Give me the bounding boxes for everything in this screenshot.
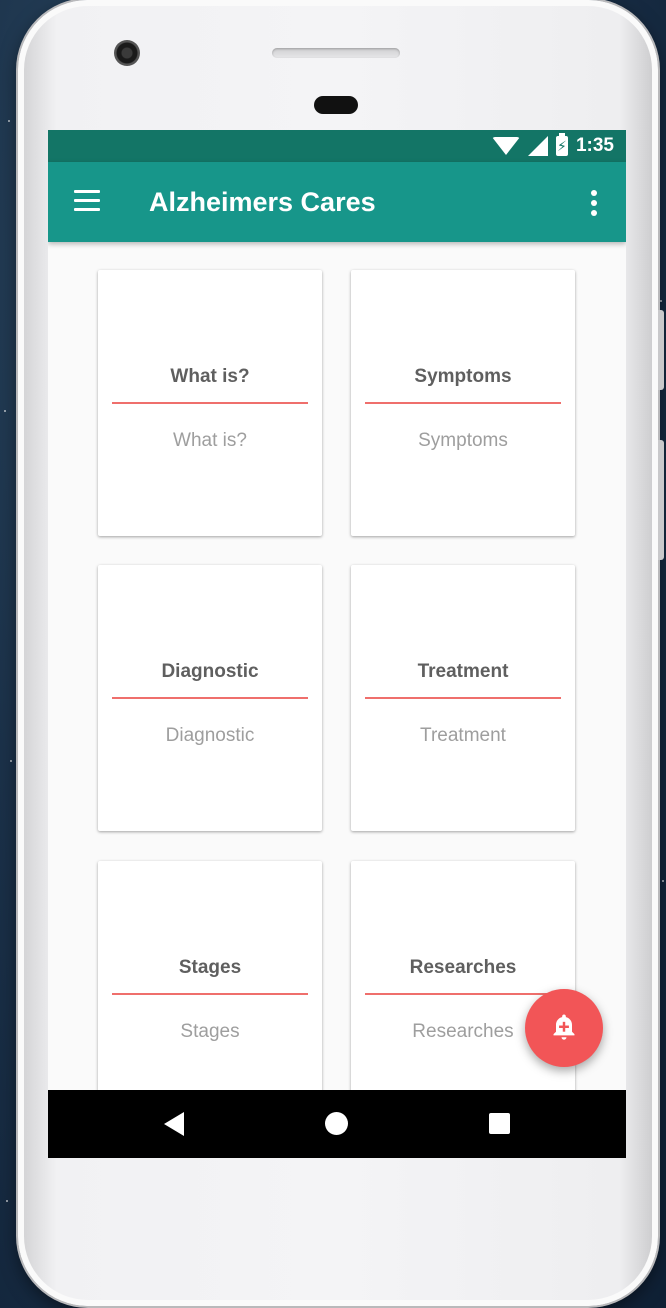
card-grid: What is? What is? Symptoms Symptoms Diag… <box>48 242 626 1090</box>
card-divider <box>112 993 308 995</box>
hamburger-menu-icon[interactable] <box>74 190 100 212</box>
power-button <box>658 440 664 560</box>
phone-screen: 1:35 Alzheimers Cares What is? What is? … <box>48 130 626 1158</box>
card-title: Diagnostic <box>161 661 259 682</box>
card-subtitle: What is? <box>173 430 247 451</box>
battery-charging-icon <box>555 133 568 156</box>
add-alert-fab[interactable] <box>525 989 603 1067</box>
card-what-is[interactable]: What is? What is? <box>98 270 322 536</box>
card-title: What is? <box>170 366 250 387</box>
card-treatment[interactable]: Treatment Treatment <box>351 565 575 831</box>
card-title: Treatment <box>417 661 509 682</box>
cell-signal-icon <box>527 136 548 156</box>
card-diagnostic[interactable]: Diagnostic Diagnostic <box>98 565 322 831</box>
card-subtitle: Treatment <box>420 725 506 746</box>
status-icons: 1:35 <box>491 130 614 162</box>
front-camera <box>114 40 140 66</box>
back-icon[interactable] <box>164 1112 184 1136</box>
recents-icon[interactable] <box>489 1113 510 1134</box>
card-title: Symptoms <box>414 366 512 387</box>
home-icon[interactable] <box>325 1112 348 1135</box>
card-symptoms[interactable]: Symptoms Symptoms <box>351 270 575 536</box>
proximity-sensor <box>314 96 358 114</box>
card-divider <box>112 697 308 699</box>
more-vert-icon[interactable] <box>582 190 606 216</box>
wifi-icon <box>491 137 520 155</box>
card-stages[interactable]: Stages Stages <box>98 861 322 1090</box>
status-bar: 1:35 <box>48 130 626 162</box>
card-divider <box>112 402 308 404</box>
card-divider <box>365 402 561 404</box>
earpiece-speaker <box>272 48 400 58</box>
status-time: 1:35 <box>575 135 614 156</box>
card-subtitle: Diagnostic <box>165 725 255 746</box>
system-nav-bar <box>48 1090 626 1158</box>
card-subtitle: Symptoms <box>418 430 508 451</box>
card-subtitle: Stages <box>180 1021 240 1042</box>
app-title: Alzheimers Cares <box>149 187 376 217</box>
volume-button <box>658 310 664 390</box>
app-toolbar: Alzheimers Cares <box>48 162 626 242</box>
card-divider <box>365 697 561 699</box>
card-title: Researches <box>409 957 517 978</box>
card-title: Stages <box>178 957 242 978</box>
card-divider <box>365 993 561 995</box>
add-alert-icon <box>553 1014 575 1040</box>
